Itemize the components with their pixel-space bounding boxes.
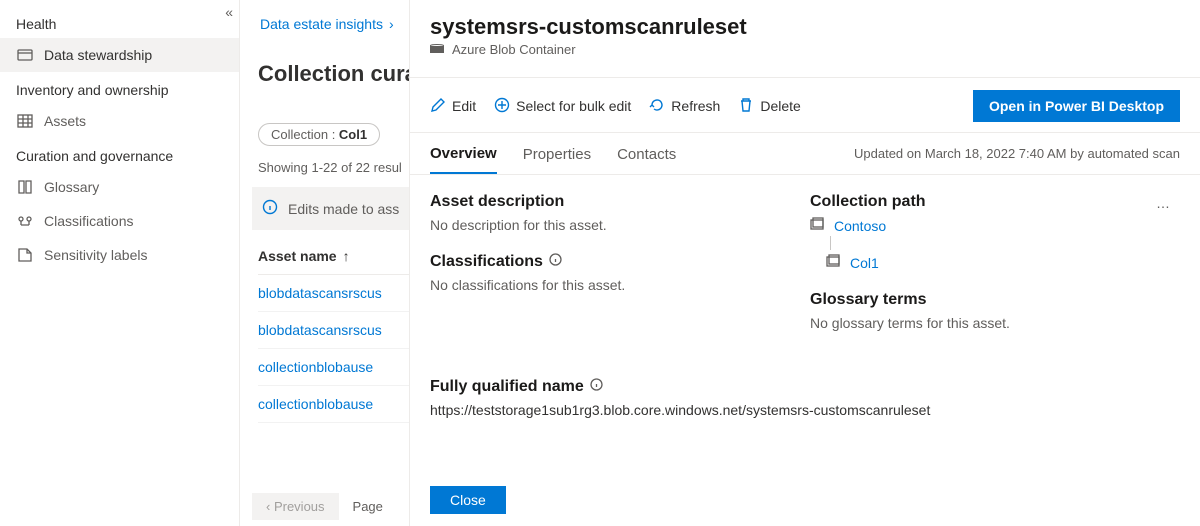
tab-overview[interactable]: Overview — [430, 133, 497, 174]
asset-table: Asset name ↑ blobdatascansrscus blobdata… — [252, 248, 409, 423]
table-row[interactable]: blobdatascansrscus — [258, 312, 409, 349]
folder-icon — [810, 217, 824, 234]
select-bulk-edit-button[interactable]: Select for bulk edit — [494, 97, 631, 116]
delete-icon — [738, 97, 754, 116]
edit-button[interactable]: Edit — [430, 97, 476, 116]
edits-info-bar: Edits made to ass — [252, 187, 410, 230]
sidebar-item-sensitivity-labels[interactable]: Sensitivity labels — [0, 238, 239, 272]
tab-contacts[interactable]: Contacts — [617, 134, 676, 173]
assets-icon — [16, 112, 34, 130]
fqn-heading: Fully qualified name — [430, 378, 1180, 396]
glossary-icon — [16, 178, 34, 196]
sidebar-item-assets[interactable]: Assets — [0, 104, 239, 138]
edit-icon — [430, 97, 446, 116]
chevron-right-icon: › — [389, 16, 394, 32]
asset-detail-panel: systemsrs-customscanruleset Azure Blob C… — [410, 0, 1200, 526]
left-nav: « Health Data stewardship Inventory and … — [0, 0, 240, 526]
folder-icon — [826, 254, 840, 271]
pill-prefix: Collection : — [271, 127, 339, 142]
sidebar-item-label: Sensitivity labels — [44, 247, 148, 263]
sidebar-item-label: Classifications — [44, 213, 133, 229]
chevron-left-icon: ‹ — [266, 499, 274, 514]
column-header-text: Asset name — [258, 248, 337, 264]
collection-path-root[interactable]: Contoso — [810, 217, 1180, 234]
glossary-terms-value: No glossary terms for this asset. — [810, 315, 1180, 331]
open-power-bi-button[interactable]: Open in Power BI Desktop — [973, 90, 1180, 122]
pagination: ‹ Previous Page — [252, 493, 383, 520]
sidebar-item-data-stewardship[interactable]: Data stewardship — [0, 38, 239, 72]
asset-description-value: No description for this asset. — [430, 217, 800, 233]
nav-group-inventory: Inventory and ownership — [0, 72, 239, 104]
results-count: Showing 1-22 of 22 resul — [252, 146, 409, 187]
storage-container-icon — [430, 42, 444, 57]
classifications-heading: Classifications — [430, 253, 800, 271]
table-row[interactable]: collectionblobause — [258, 386, 409, 423]
glossary-terms-heading: Glossary terms — [810, 291, 1180, 309]
tabs: Overview Properties Contacts Updated on … — [410, 133, 1200, 175]
collection-path-heading: Collection path — [810, 193, 1180, 211]
data-stewardship-icon — [16, 46, 34, 64]
updated-source: automated scan — [1087, 146, 1180, 161]
refresh-icon — [649, 97, 665, 116]
refresh-button[interactable]: Refresh — [649, 97, 720, 116]
column-header-asset-name[interactable]: Asset name ↑ — [258, 248, 409, 275]
sidebar-item-classifications[interactable]: Classifications — [0, 204, 239, 238]
asset-subtype-text: Azure Blob Container — [452, 42, 576, 57]
sort-asc-icon: ↑ — [343, 248, 350, 264]
sidebar-item-label: Assets — [44, 113, 86, 129]
updated-meta: Updated on March 18, 2022 7:40 AM by aut… — [854, 146, 1180, 161]
fqn-value: https://teststorage1sub1rg3.blob.core.wi… — [430, 402, 1180, 418]
tree-connector — [830, 236, 831, 250]
command-bar: Edit Select for bulk edit Refresh Delete… — [410, 77, 1200, 133]
previous-button[interactable]: ‹ Previous — [252, 493, 339, 520]
sidebar-item-label: Data stewardship — [44, 47, 152, 63]
more-icon[interactable]: … — [1156, 195, 1172, 211]
collection-filter-pill[interactable]: Collection : Col1 — [258, 123, 380, 146]
collection-path-child[interactable]: Col1 — [826, 254, 1180, 271]
classifications-icon — [16, 212, 34, 230]
breadcrumb[interactable]: Data estate insights › — [252, 10, 409, 46]
asset-list-panel: Data estate insights › Collection curati… — [240, 0, 410, 526]
classifications-value: No classifications for this asset. — [430, 277, 800, 293]
asset-title: systemsrs-customscanruleset — [430, 14, 1180, 40]
info-icon[interactable] — [590, 378, 603, 396]
info-icon — [262, 199, 278, 218]
plus-circle-icon — [494, 97, 510, 116]
info-icon[interactable] — [549, 253, 562, 271]
nav-group-health: Health — [0, 6, 239, 38]
table-row[interactable]: collectionblobause — [258, 349, 409, 386]
asset-subtype: Azure Blob Container — [430, 42, 1180, 57]
collapse-sidebar-icon[interactable]: « — [225, 4, 233, 20]
tab-properties[interactable]: Properties — [523, 134, 591, 173]
sidebar-item-label: Glossary — [44, 179, 99, 195]
asset-description-heading: Asset description — [430, 193, 800, 211]
edits-info-text: Edits made to ass — [288, 201, 399, 217]
sensitivity-labels-icon — [16, 246, 34, 264]
page-title: Collection curati — [252, 61, 409, 109]
table-row[interactable]: blobdatascansrscus — [258, 275, 409, 312]
breadcrumb-root: Data estate insights — [260, 16, 383, 32]
page-label: Page — [353, 499, 383, 514]
delete-button[interactable]: Delete — [738, 97, 800, 116]
pill-value: Col1 — [339, 127, 367, 142]
sidebar-item-glossary[interactable]: Glossary — [0, 170, 239, 204]
nav-group-curation: Curation and governance — [0, 138, 239, 170]
close-button[interactable]: Close — [430, 486, 506, 514]
